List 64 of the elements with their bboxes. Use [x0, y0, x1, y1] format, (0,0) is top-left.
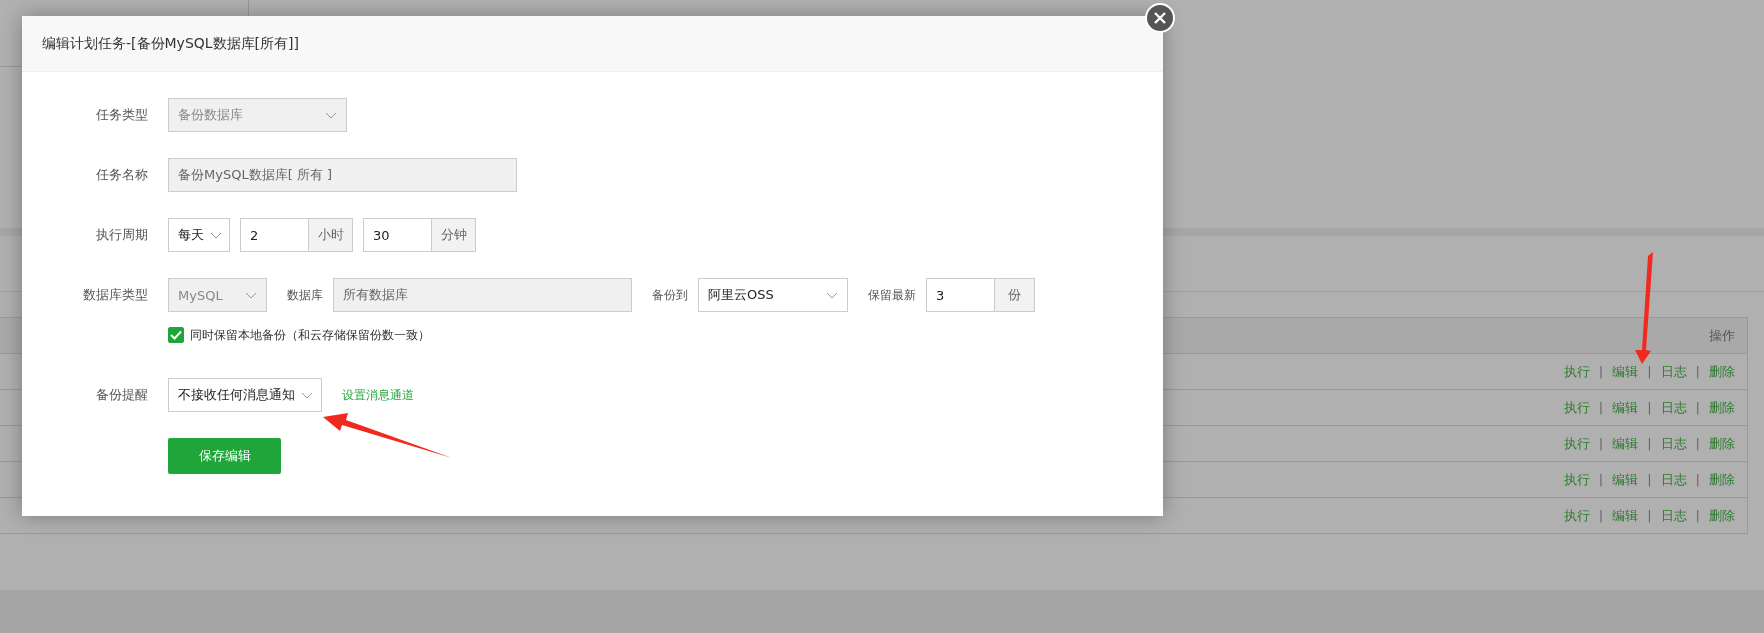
unit-label: 分钟: [432, 218, 476, 252]
action-link[interactable]: 日志: [1660, 434, 1687, 453]
separator: |: [1647, 364, 1652, 379]
action-link[interactable]: 日志: [1660, 506, 1687, 525]
field-label: 备份提醒: [95, 386, 148, 404]
field-label: 备份到: [652, 286, 688, 304]
action-link[interactable]: 删除: [1709, 434, 1735, 453]
separator: |: [1695, 400, 1700, 415]
separator: |: [1695, 364, 1700, 379]
field-label: 保留最新: [868, 286, 916, 304]
input-field[interactable]: 3: [926, 278, 995, 312]
field-label: 数据库类型: [82, 286, 148, 304]
action-link[interactable]: 执行: [1563, 362, 1590, 381]
separator: |: [1647, 400, 1652, 415]
settings-link[interactable]: 设置消息通道: [342, 386, 414, 404]
separator: |: [1598, 472, 1604, 487]
action-link[interactable]: 编辑: [1612, 362, 1639, 381]
action-link[interactable]: 日志: [1660, 470, 1687, 489]
action-link[interactable]: 编辑: [1612, 434, 1639, 453]
separator: |: [1598, 400, 1604, 415]
caret-icon: [826, 291, 838, 299]
field-label: 数据库: [287, 286, 323, 304]
input-field[interactable]: 2: [240, 218, 309, 252]
caret-icon: [245, 291, 257, 299]
field-label: 任务类型: [95, 106, 148, 124]
action-link[interactable]: 删除: [1709, 362, 1735, 381]
dropdown[interactable]: 每天: [168, 218, 230, 252]
action-link[interactable]: 执行: [1563, 398, 1590, 417]
action-link[interactable]: 日志: [1660, 398, 1687, 417]
action-link[interactable]: 删除: [1709, 506, 1735, 525]
dropdown[interactable]: 阿里云OSS: [698, 278, 848, 312]
checkbox[interactable]: [168, 327, 184, 343]
field-label: 任务名称: [95, 166, 148, 184]
unit-label: 份: [995, 278, 1035, 312]
dialog-title: 编辑计划任务-[备份MySQL数据库[所有]]: [42, 34, 299, 53]
separator: |: [1647, 472, 1652, 487]
dropdown[interactable]: 不接收任何消息通知: [168, 378, 322, 412]
separator: |: [1695, 508, 1700, 523]
save-button[interactable]: 保存编辑: [168, 438, 281, 474]
field-label: 执行周期: [95, 226, 148, 244]
close-icon: [1154, 12, 1166, 24]
action-link[interactable]: 编辑: [1612, 506, 1639, 525]
caret-icon: [301, 391, 313, 399]
separator: |: [1598, 364, 1604, 379]
separator: |: [1647, 436, 1652, 451]
action-link[interactable]: 执行: [1563, 470, 1590, 489]
input-field[interactable]: 30: [363, 218, 432, 252]
action-link[interactable]: 删除: [1709, 470, 1735, 489]
separator: |: [1598, 436, 1604, 451]
separator: |: [1695, 472, 1700, 487]
caret-icon: [210, 231, 222, 239]
action-link[interactable]: 执行: [1563, 434, 1590, 453]
action-link[interactable]: 执行: [1563, 506, 1590, 525]
checkbox-label: 同时保留本地备份（和云存储保留份数一致）: [190, 326, 430, 344]
caret-icon: [325, 111, 337, 119]
action-link[interactable]: 编辑: [1612, 398, 1639, 417]
separator: |: [1647, 508, 1652, 523]
unit-label: 小时: [309, 218, 353, 252]
action-link[interactable]: 删除: [1709, 398, 1735, 417]
separator: |: [1695, 436, 1700, 451]
column-header: 操作: [1709, 326, 1735, 345]
separator: |: [1598, 508, 1604, 523]
action-link[interactable]: 日志: [1660, 362, 1687, 381]
action-link[interactable]: 编辑: [1612, 470, 1639, 489]
